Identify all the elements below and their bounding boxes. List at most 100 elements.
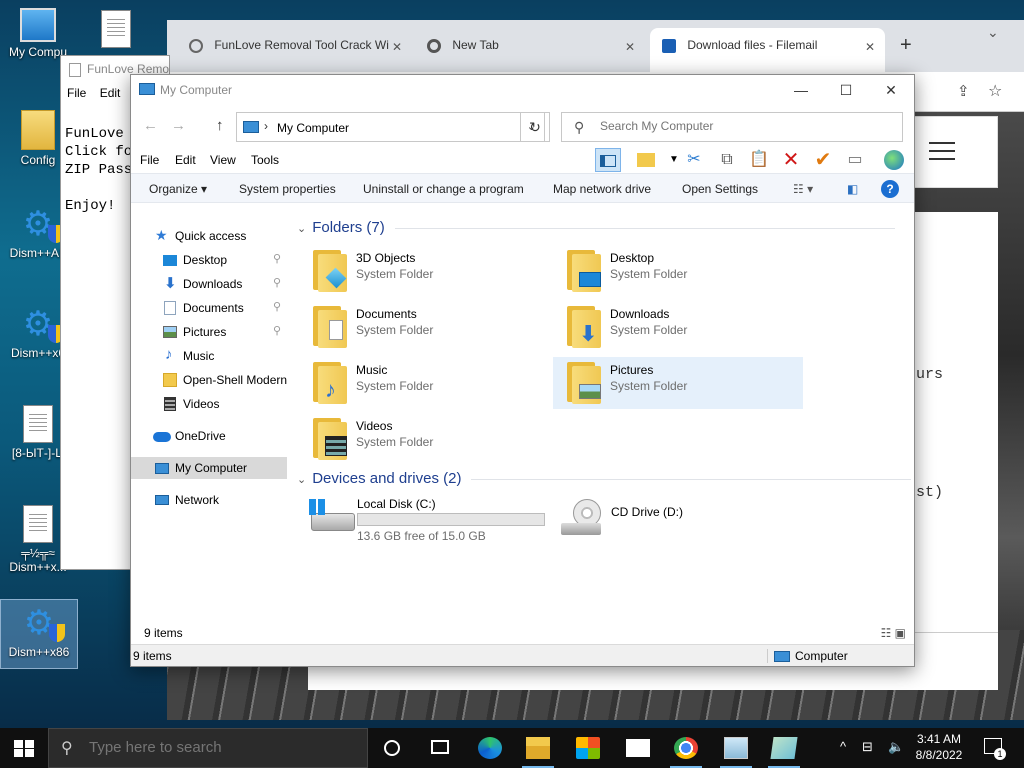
pin-icon[interactable]: ⚲ [273,300,281,313]
desktop-icon-dism-x86[interactable]: ⚙ Dism++x86 [0,599,78,669]
organize-button[interactable]: Organize ▾ [149,182,207,196]
new-tab-button[interactable]: + [900,34,912,57]
desktop-icon-text-file[interactable] [78,10,154,51]
tab-close-icon[interactable]: ✕ [625,40,635,54]
status-location: Computer [767,649,848,663]
chevron-down-icon[interactable]: ⌄ [297,223,306,235]
folder-item-pictures[interactable]: Pictures System Folder [553,357,803,409]
minimize-button[interactable]: — [778,75,824,105]
nav-item-network[interactable]: Network [131,489,287,511]
properties-icon[interactable]: ▭ [842,148,868,172]
folder-item-desktop[interactable]: Desktop System Folder [553,245,803,297]
address-bar[interactable]: › My Computer ⌄ [236,112,545,142]
drive-item-cd-drive-d[interactable]: CD Drive (D:) [553,495,803,545]
map-network-drive-button[interactable]: Map network drive [553,182,651,196]
action-center-button[interactable]: 1 [980,736,1006,760]
desktop-icon-my-computer[interactable]: My Compu [0,8,76,59]
folder-item-videos[interactable]: Videos System Folder [299,413,549,465]
nav-item-pictures[interactable]: Pictures ⚲ [131,321,287,343]
notepad-menu-file[interactable]: File [67,86,86,100]
cut-icon[interactable]: ✂ [681,148,707,172]
tab-close-icon[interactable]: ✕ [392,40,402,54]
folder-item-documents[interactable]: Documents System Folder [299,301,549,353]
group-header-folders[interactable]: ⌄ Folders (7) [297,219,895,236]
music-icon: ♪ [165,346,173,363]
open-settings-button[interactable]: Open Settings [682,182,758,196]
uninstall-program-button[interactable]: Uninstall or change a program [363,182,524,196]
close-button[interactable]: ✕ [868,75,914,105]
paste-icon[interactable]: 📋 [746,148,772,172]
desktop-icon-label: ╤½╦≈ Dism++x... [9,546,67,574]
system-properties-button[interactable]: System properties [239,182,336,196]
menu-file[interactable]: File [140,153,159,167]
share-icon[interactable]: ⇪ [957,82,970,100]
nav-item-documents[interactable]: Documents ⚲ [131,297,287,319]
breadcrumb-separator[interactable]: › [264,119,268,133]
nav-item-quick-access[interactable]: ★ Quick access [131,225,287,247]
tab-close-icon[interactable]: ✕ [865,40,875,54]
back-button[interactable]: ← [143,117,158,134]
notepad-menu-edit[interactable]: Edit [100,86,121,100]
browser-tab-funlove[interactable]: FunLove Removal Tool Crack Wi ✕ [177,28,412,72]
drive-item-local-disk-c[interactable]: Local Disk (C:) 13.6 GB free of 15.0 GB [299,495,549,545]
nav-item-videos[interactable]: Videos [131,393,287,415]
desktop-icon-label: My Compu [8,45,67,59]
bookmark-star-icon[interactable]: ☆ [988,81,1002,101]
explorer-title-bar[interactable]: My Computer — ☐ ✕ [131,75,914,105]
maximize-button[interactable]: ☐ [823,75,869,105]
network-icon[interactable]: ⊟ [862,739,873,755]
computer-icon [243,121,259,133]
pin-icon[interactable]: ⚲ [273,324,281,337]
folder-icon: ⬇ [567,306,601,348]
folder-icon [313,250,347,292]
refresh-button[interactable]: ↻ [520,112,550,142]
checkmark-icon[interactable]: ✔ [810,148,836,172]
folder-item-music[interactable]: ♪ Music System Folder [299,357,549,409]
delete-icon[interactable]: ✕ [778,148,804,172]
nav-item-downloads[interactable]: ⬇ Downloads ⚲ [131,273,287,295]
folder-item-3d-objects[interactable]: 3D Objects System Folder [299,245,549,297]
folder-icon [567,250,601,292]
pin-icon[interactable]: ⚲ [273,252,281,265]
download-icon: ⬇ [579,321,598,346]
nav-item-music[interactable]: ♪ Music [131,345,287,367]
folder-options-icon[interactable] [633,148,659,172]
menu-view[interactable]: View [210,153,236,167]
browser-tab-new[interactable]: New Tab ✕ [415,28,645,72]
explorer-body: ★ Quick access Desktop ⚲ ⬇ Downloads ⚲ D… [131,205,914,622]
preview-pane-icon[interactable]: ◧ [847,182,858,196]
taskbar-clock[interactable]: 3:41 AM 8/8/2022 [912,731,966,763]
menu-tools[interactable]: Tools [251,153,279,167]
search-box[interactable]: ⚲ [561,112,903,142]
document-icon [164,301,176,315]
search-icon: ⚲ [574,119,585,135]
menu-edit[interactable]: Edit [175,153,196,167]
video-icon [325,436,347,456]
nav-item-onedrive[interactable]: OneDrive [131,425,287,447]
nav-item-open-shell[interactable]: Open-Shell Modern [131,369,287,391]
volume-icon[interactable]: 🔈 [888,739,904,755]
up-button[interactable]: ↑ [216,117,224,134]
view-options-icon[interactable]: ☷ ▾ [793,182,813,196]
page-text-fragment: st) [916,484,944,501]
chevron-down-icon[interactable]: ⌄ [297,474,306,486]
search-input[interactable] [600,119,890,133]
tab-title: FunLove Removal Tool Crack Wi [214,38,389,52]
folder-item-downloads[interactable]: ⬇ Downloads System Folder [553,301,803,353]
navigation-pane-toggle-icon[interactable] [595,148,621,172]
help-icon[interactable]: ? [881,180,899,198]
view-toggle-icons[interactable]: ☷ ▣ [881,626,906,640]
breadcrumb-my-computer[interactable]: My Computer [277,121,349,135]
tab-search-button[interactable]: ⌄ [987,24,999,41]
nav-item-desktop[interactable]: Desktop ⚲ [131,249,287,271]
copy-icon[interactable]: ⧉ [714,148,740,172]
pin-icon[interactable]: ⚲ [273,276,281,289]
globe-icon[interactable] [881,148,907,172]
desktop-icon-label: [8-ЫТ-]-Ц [11,446,65,460]
nav-item-my-computer[interactable]: My Computer [131,457,287,479]
forward-button[interactable]: → [171,117,186,134]
group-header-devices[interactable]: ⌄ Devices and drives (2) [297,470,912,487]
tray-overflow-chevron[interactable]: ^ [840,739,846,754]
dism-gear-icon: ⚙ [1,604,77,642]
browser-tab-filemail[interactable]: Download files - Filemail ✕ [650,28,885,72]
